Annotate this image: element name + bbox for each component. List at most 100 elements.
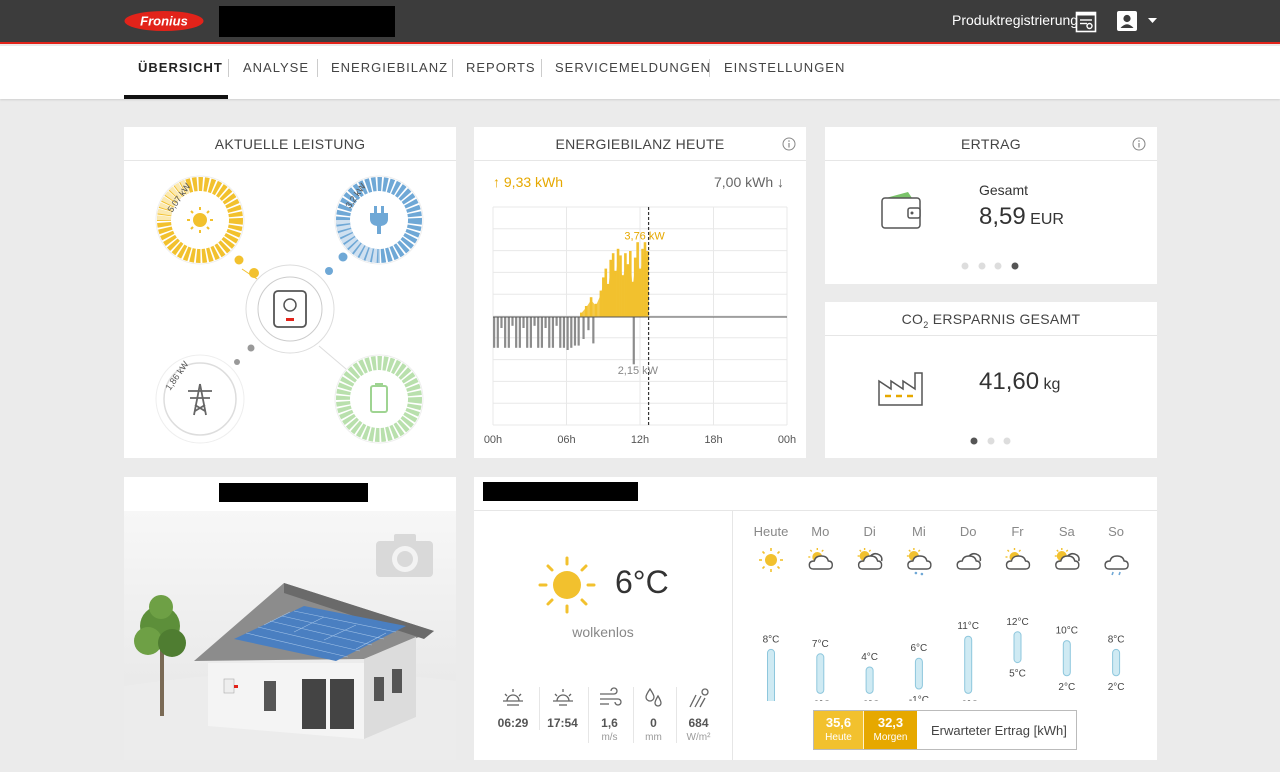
sunset-icon bbox=[552, 689, 573, 706]
sunrise-time: 06:29 bbox=[497, 716, 529, 730]
temperature-range-bar bbox=[914, 657, 923, 690]
redacted-location bbox=[483, 482, 638, 501]
stat-precipitation: 0 mm bbox=[633, 687, 673, 743]
battery-gauge[interactable] bbox=[334, 354, 424, 444]
co2-title-main: CO bbox=[901, 311, 924, 327]
yield-forecast: 35,6 Heute 32,3 Morgen Erwarteter Ertrag… bbox=[813, 710, 1077, 750]
yield-amount: 8,59 bbox=[979, 203, 1026, 230]
forecast-day-label: Mi bbox=[912, 524, 926, 539]
radiation-icon bbox=[688, 688, 709, 708]
stat-sunset: 17:54 bbox=[539, 687, 585, 730]
house-image bbox=[124, 511, 456, 760]
consumption-bar bbox=[559, 317, 562, 348]
consumption-bar bbox=[562, 317, 566, 348]
system-image-card bbox=[124, 477, 456, 760]
fronius-logo[interactable]: Fronius bbox=[124, 10, 204, 32]
tab-einstellungen[interactable]: EINSTELLUNGEN bbox=[724, 60, 845, 75]
factory-icon bbox=[878, 372, 923, 406]
arrow-up-icon: ↑ bbox=[493, 174, 500, 190]
wallet-icon bbox=[881, 192, 921, 229]
tab-energiebilanz[interactable]: ENERGIEBILANZ bbox=[331, 60, 448, 75]
import-flow-dot bbox=[234, 359, 240, 365]
grid-export-gauge[interactable]: 3,2 kW bbox=[334, 175, 424, 265]
tab-reports[interactable]: REPORTS bbox=[466, 60, 536, 75]
wind-icon bbox=[599, 687, 622, 706]
forecast-day-mi: Mi 6°C -1°C bbox=[906, 524, 932, 701]
co2-carousel-dots[interactable] bbox=[970, 437, 1015, 445]
pv-flow-dot bbox=[234, 255, 244, 265]
x-tick-label: 18h bbox=[704, 434, 722, 446]
consumption-bar bbox=[529, 317, 532, 348]
cloud-sun-icon bbox=[1054, 548, 1080, 570]
consumption-bar bbox=[533, 317, 536, 326]
current-condition: wolkenlos bbox=[572, 624, 634, 640]
tab-separator bbox=[228, 59, 229, 77]
rain-icon bbox=[1104, 555, 1129, 576]
main-navigation: ÜBERSICHT ANALYSE ENERGIEBILANZ REPORTS … bbox=[0, 46, 1280, 99]
chevron-down-icon[interactable] bbox=[1147, 17, 1158, 24]
stat-irradiation: 684 W/m² bbox=[676, 687, 720, 743]
grid-import-gauge[interactable]: 1,86 kW bbox=[155, 354, 245, 444]
consumption-bar bbox=[518, 317, 521, 348]
consumption-bar bbox=[526, 317, 529, 348]
weather-forecast: Heute8°C-6°CMo7°C-2°CDi4°C-2°CMi6°C-1°CD… bbox=[754, 524, 1129, 701]
import-flow-dot bbox=[247, 344, 255, 352]
current-power-card: AKTUELLE LEISTUNG 5,07 kW 3,2 kW 1,86 kW bbox=[124, 127, 456, 458]
forecast-high: 7°C bbox=[812, 639, 829, 650]
sun-cloud-icon bbox=[1005, 548, 1031, 570]
cloud-icon bbox=[956, 552, 982, 570]
inverter-node[interactable] bbox=[245, 264, 335, 354]
x-tick-label: 12h bbox=[631, 434, 649, 446]
consumption-bar bbox=[493, 317, 496, 348]
tab-servicemeldungen[interactable]: SERVICEMELDUNGEN bbox=[555, 60, 711, 75]
forecast-low: -2°C bbox=[958, 699, 978, 701]
forecast-day-sa: Sa 10°C 2°C bbox=[1054, 524, 1080, 693]
pv-gauge[interactable]: 5,07 kW bbox=[155, 175, 245, 265]
consumed-energy-value: 7,00 kWh bbox=[714, 174, 774, 190]
temperature-range-bar bbox=[1013, 631, 1022, 664]
temperature-range-bar bbox=[1062, 640, 1071, 677]
user-account-icon[interactable] bbox=[1116, 10, 1138, 32]
info-icon[interactable] bbox=[1132, 137, 1146, 151]
sunrise-icon bbox=[503, 689, 523, 706]
info-icon[interactable] bbox=[782, 137, 796, 151]
arrow-down-icon: ↓ bbox=[777, 174, 785, 190]
consumption-bar bbox=[632, 317, 635, 365]
yield-value: 8,59 EUR bbox=[979, 203, 1064, 231]
consumption-bar bbox=[522, 317, 525, 328]
forecast-day-do: Do 11°C -2°C bbox=[956, 524, 982, 701]
consumption-bar bbox=[504, 317, 507, 348]
tab-separator bbox=[317, 59, 318, 77]
x-tick-label: 06h bbox=[557, 434, 575, 446]
forecast-high: 4°C bbox=[861, 652, 878, 663]
logo-text: Fronius bbox=[140, 14, 188, 29]
forecast-day-label: So bbox=[1108, 524, 1124, 539]
co2-title: CO2 ERSPARNIS GESAMT bbox=[825, 302, 1157, 336]
product-registration-link[interactable]: Produktregistrierung bbox=[952, 12, 1078, 28]
forecast-day-label: Fr bbox=[1011, 524, 1024, 539]
forecast-day-heute: Heute8°C-6°C bbox=[754, 524, 788, 701]
forecast-day-label: Sa bbox=[1059, 524, 1076, 539]
co2-unit: kg bbox=[1043, 376, 1061, 393]
registration-certificate-icon[interactable] bbox=[1075, 11, 1097, 33]
forecast-low: -1°C bbox=[909, 695, 929, 701]
current-power-title: AKTUELLE LEISTUNG bbox=[124, 127, 456, 161]
co2-savings-card: CO2 ERSPARNIS GESAMT 41,60 kg bbox=[825, 302, 1157, 458]
cloud-sun-icon bbox=[857, 548, 883, 570]
tab-analyse[interactable]: ANALYSE bbox=[243, 60, 309, 75]
top-bar: Fronius Produktregistrierung bbox=[0, 0, 1280, 44]
wind-unit: m/s bbox=[601, 732, 618, 743]
temperature-range-bar bbox=[816, 653, 825, 694]
consumption-bar bbox=[496, 317, 499, 348]
x-tick-label: 00h bbox=[778, 434, 796, 446]
forecast-low: 5°C bbox=[1009, 669, 1026, 680]
consumption-bar bbox=[551, 317, 555, 348]
temperature-range-bar bbox=[865, 666, 874, 694]
consumption-bar bbox=[500, 317, 503, 328]
power-flow-diagram: 5,07 kW 3,2 kW 1,86 kW bbox=[155, 175, 424, 444]
co2-title-rest: ERSPARNIS GESAMT bbox=[928, 311, 1081, 327]
tab-uebersicht[interactable]: ÜBERSICHT bbox=[138, 60, 223, 75]
energy-balance-chart[interactable]: 3,76 kW 2,15 kW 00h 06h 12h 18h 00h bbox=[474, 197, 806, 458]
yield-carousel-dots[interactable] bbox=[961, 262, 1021, 270]
forecast-low: -2°C bbox=[860, 699, 880, 701]
